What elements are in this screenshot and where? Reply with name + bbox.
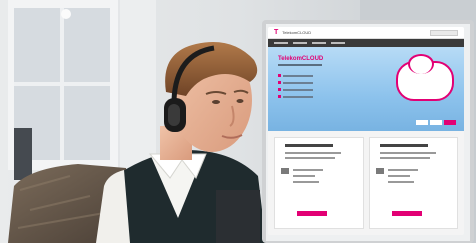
offer-button — [391, 211, 422, 216]
monitor-screen: T TelekomCLOUD TelekomCLOUD — [268, 27, 464, 235]
server-icon — [281, 168, 289, 174]
offer-columns — [268, 131, 464, 235]
site-header: T TelekomCLOUD — [268, 27, 464, 39]
telekom-logo: T — [274, 29, 279, 36]
offer-card — [274, 137, 364, 229]
hero-banner: TelekomCLOUD — [268, 47, 464, 131]
hero-title: TelekomCLOUD — [278, 56, 324, 62]
search-box — [430, 29, 458, 36]
hero-badges — [416, 120, 456, 125]
office-photo: T TelekomCLOUD TelekomCLOUD — [0, 0, 476, 243]
site-brand: TelekomCLOUD — [282, 29, 312, 35]
hero-bullets — [278, 73, 313, 101]
site-nav — [268, 39, 464, 47]
cloud-icon — [396, 54, 454, 101]
hero-subtitle — [278, 64, 322, 66]
offer-card — [368, 137, 458, 229]
offer-button — [297, 211, 327, 216]
server-icon — [375, 168, 384, 174]
